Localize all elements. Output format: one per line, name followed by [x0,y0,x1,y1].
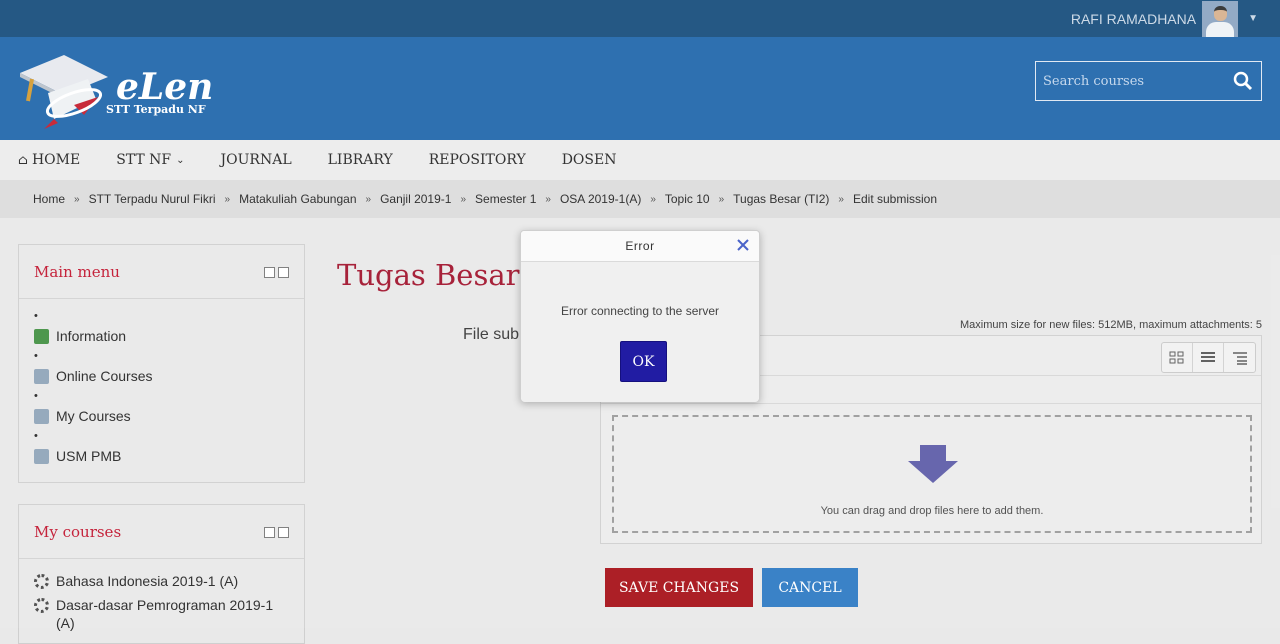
close-icon[interactable] [735,237,751,253]
dialog-message: Error connecting to the server [560,304,720,318]
error-dialog: Error Error connecting to the server OK [520,230,760,402]
dialog-title: Error [625,239,655,253]
ok-button[interactable]: OK [620,341,667,382]
